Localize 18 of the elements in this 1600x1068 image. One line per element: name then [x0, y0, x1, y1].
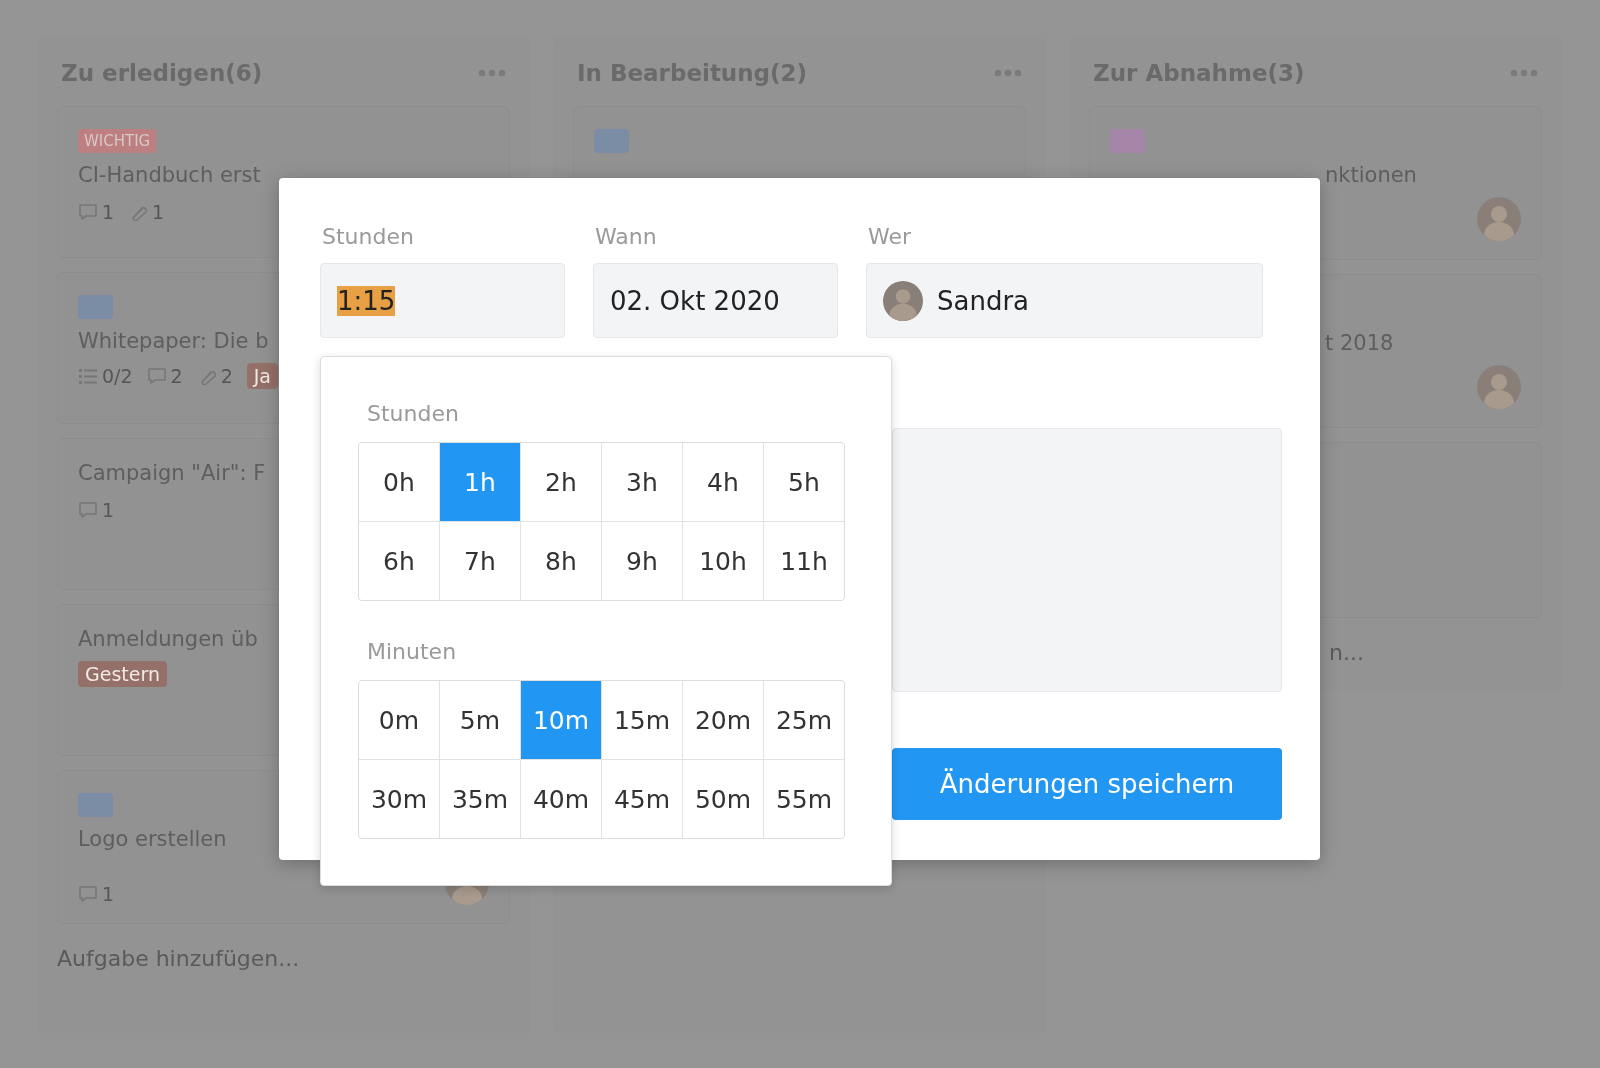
field-value: 02. Okt 2020: [610, 285, 780, 316]
field-label: Stunden: [321, 224, 415, 249]
count-text: 1: [152, 201, 165, 223]
field-label: Wann: [594, 224, 658, 249]
count-text: 2: [220, 365, 233, 387]
count-text: 1: [102, 499, 115, 521]
count-text: 1: [102, 201, 115, 223]
section-label: Minuten: [367, 639, 458, 664]
count-text: 2: [170, 365, 183, 387]
field-value: Sandra: [937, 285, 1030, 316]
field-value: 1:15: [337, 285, 396, 316]
count-text: 1: [102, 883, 115, 905]
due-date-tag: Ja: [246, 363, 278, 389]
field-label: Wer: [867, 224, 913, 249]
due-date-tag: Gestern: [78, 661, 167, 687]
priority-tag: WICHTIG: [78, 129, 157, 153]
count-text: 0/2: [102, 365, 133, 387]
section-label: Stunden: [367, 401, 460, 426]
